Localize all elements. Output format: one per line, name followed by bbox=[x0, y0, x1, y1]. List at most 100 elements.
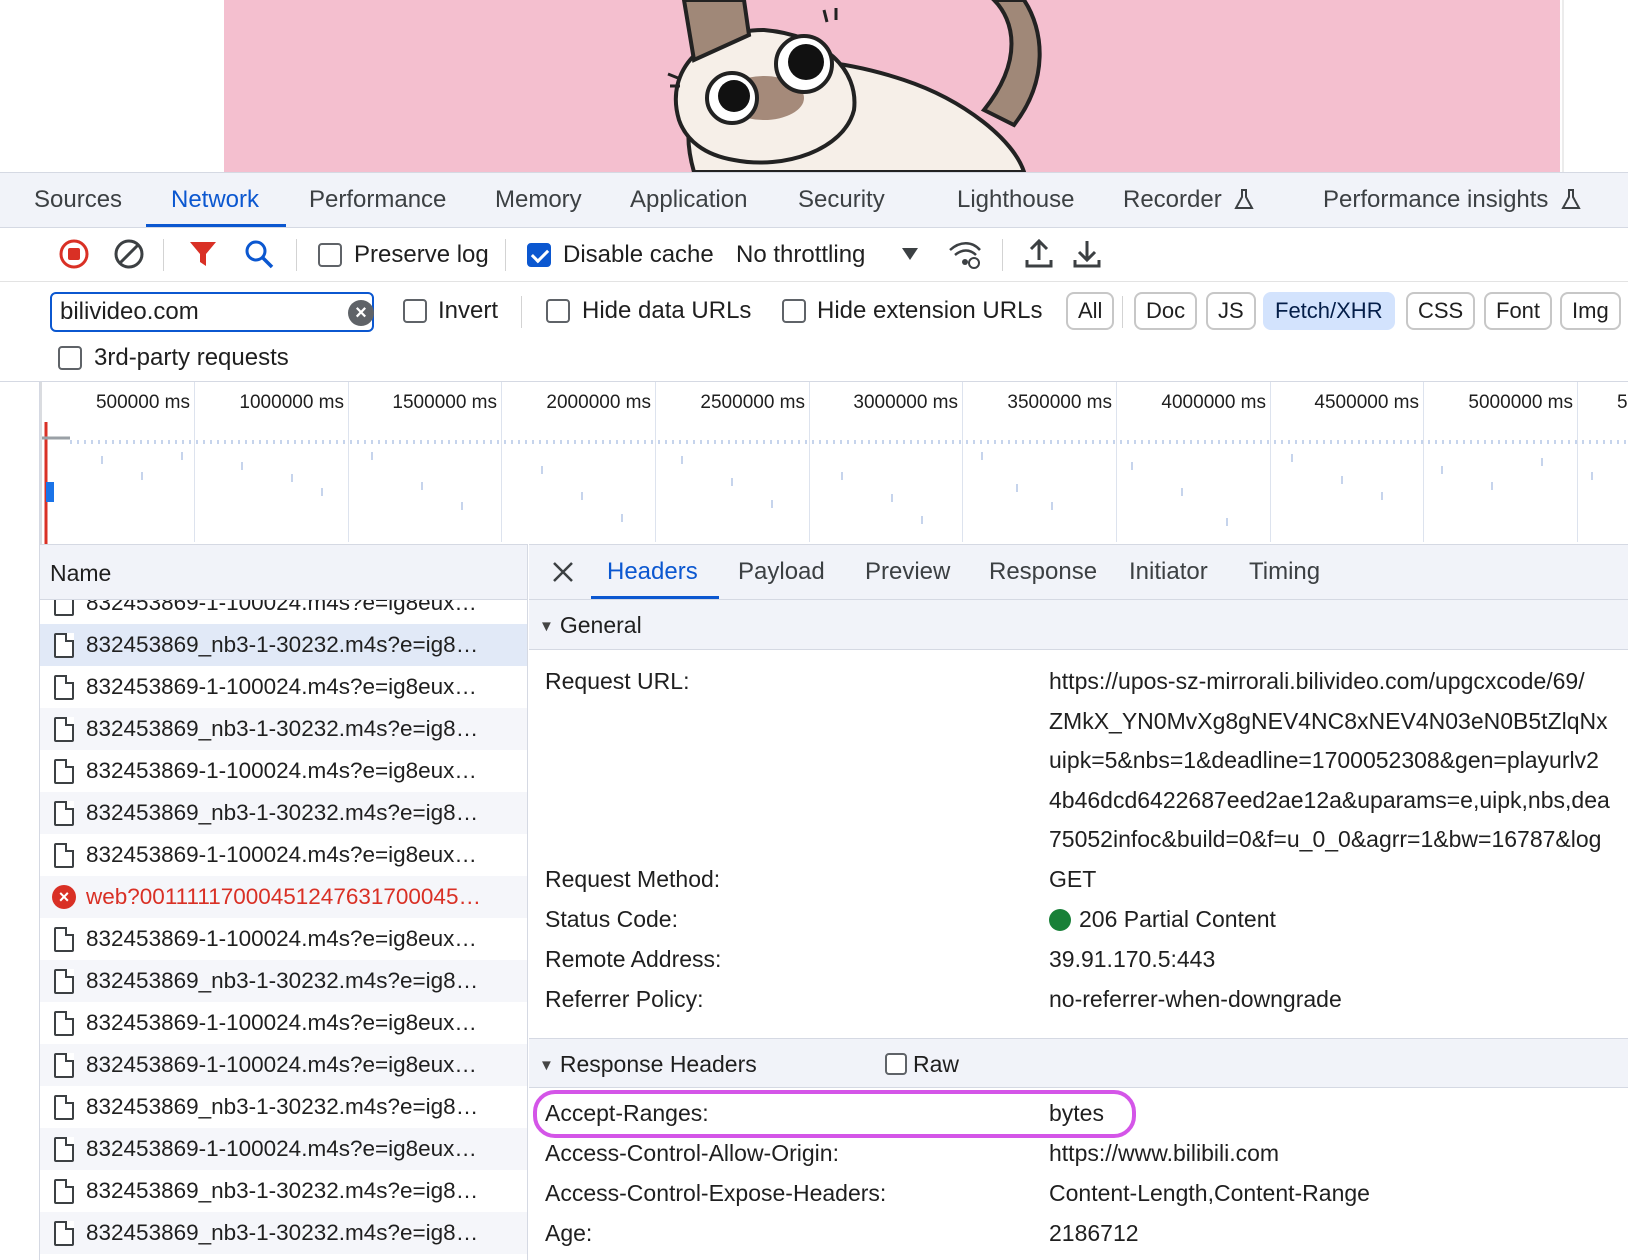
tab-initiator[interactable]: Initiator bbox=[1129, 545, 1208, 599]
stop-recording-icon[interactable] bbox=[58, 238, 90, 270]
request-name: 832453869_nb3-1-30232.m4s?e=ig8… bbox=[86, 1094, 479, 1119]
request-row[interactable]: 832453869-1-100024.m4s?e=ig8eux… bbox=[40, 1128, 527, 1170]
request-method-key: Request Method: bbox=[545, 866, 721, 892]
flask-icon bbox=[1561, 189, 1581, 209]
remote-address-key: Remote Address: bbox=[545, 946, 722, 972]
tab-memory[interactable]: Memory bbox=[495, 173, 582, 227]
filter-type-doc[interactable]: Doc bbox=[1134, 292, 1198, 330]
filter-bar: × Invert Hide data URLs Hide extension U… bbox=[0, 282, 1628, 382]
devtools-panel: Sources Network Performance Memory Appli… bbox=[0, 172, 1628, 1260]
active-tab-indicator bbox=[146, 224, 286, 227]
remote-address-value: 39.91.170.5:443 bbox=[1049, 946, 1216, 972]
request-row[interactable]: 832453869-1-100024.m4s?e=ig8eux… bbox=[40, 1044, 527, 1086]
raw-label: Raw bbox=[913, 1051, 960, 1077]
tab-preview[interactable]: Preview bbox=[865, 545, 950, 599]
request-row[interactable]: 832453869-1-100024.m4s?e=ig8eux… bbox=[40, 1002, 527, 1044]
hide-extension-urls-checkbox[interactable] bbox=[782, 299, 806, 323]
request-name: web?00111117000451247631700045… bbox=[86, 884, 481, 909]
preserve-log-checkbox[interactable] bbox=[318, 243, 342, 267]
third-party-label: 3rd-party requests bbox=[94, 344, 289, 371]
viewport-edge bbox=[1562, 0, 1564, 172]
filter-icon[interactable] bbox=[188, 240, 218, 268]
tab-network[interactable]: Network bbox=[171, 173, 259, 227]
tab-headers[interactable]: Headers bbox=[607, 545, 698, 599]
network-toolbar: Preserve log Disable cache No throttling bbox=[0, 228, 1628, 282]
request-row-selected[interactable]: 832453869_nb3-1-30232.m4s?e=ig8… bbox=[40, 624, 527, 666]
request-name: 832453869-1-100024.m4s?e=ig8eux… bbox=[86, 1010, 477, 1035]
document-icon bbox=[54, 1137, 74, 1162]
document-icon bbox=[54, 1095, 74, 1120]
tab-sources[interactable]: Sources bbox=[34, 173, 122, 227]
toolbar-divider bbox=[505, 239, 506, 271]
tab-response[interactable]: Response bbox=[989, 545, 1097, 599]
request-row[interactable]: 832453869_nb3-1-30232.m4s?e=ig8… bbox=[40, 1086, 527, 1128]
document-icon bbox=[54, 801, 74, 826]
throttling-select[interactable]: No throttling bbox=[736, 228, 918, 282]
tab-lighthouse[interactable]: Lighthouse bbox=[957, 173, 1074, 227]
tab-recorder[interactable]: Recorder bbox=[1123, 173, 1255, 227]
import-har-icon[interactable] bbox=[1024, 238, 1054, 270]
tab-security[interactable]: Security bbox=[798, 173, 885, 227]
hide-extension-urls-label: Hide extension URLs bbox=[817, 297, 1043, 324]
clear-log-icon[interactable] bbox=[113, 238, 145, 270]
disable-cache-checkbox[interactable] bbox=[527, 243, 551, 267]
network-conditions-icon[interactable] bbox=[948, 238, 982, 270]
request-row[interactable]: 832453869_nb3-1-30232.m4s?e=ig8… bbox=[40, 960, 527, 1002]
tab-performance-insights[interactable]: Performance insights bbox=[1323, 173, 1581, 227]
header-key: Age: bbox=[545, 1220, 593, 1246]
request-details: Headers Payload Preview Response Initiat… bbox=[529, 544, 1628, 1260]
request-name: 832453869-1-100024.m4s?e=ig8eux… bbox=[86, 1052, 477, 1077]
triangle-down-icon: ▼ bbox=[539, 618, 554, 635]
request-row[interactable]: 832453869-1-100024.m4s?e=ig8eux… bbox=[40, 666, 527, 708]
tab-performance[interactable]: Performance bbox=[309, 173, 446, 227]
request-row[interactable]: 832453869_nb3-1-30232.m4s?e=ig8… bbox=[40, 1170, 527, 1212]
filter-type-css[interactable]: CSS bbox=[1406, 292, 1476, 330]
filter-type-img[interactable]: Img bbox=[1560, 292, 1621, 330]
disable-cache-label: Disable cache bbox=[563, 241, 714, 268]
filter-type-js[interactable]: JS bbox=[1206, 292, 1256, 330]
response-headers-section-header[interactable]: ▼ Response Headers Raw bbox=[529, 1038, 1628, 1088]
document-icon bbox=[54, 1221, 74, 1246]
request-row[interactable]: 832453869-1-100024.m4s?e=ig8eux… bbox=[40, 834, 527, 876]
hide-data-urls-checkbox[interactable] bbox=[546, 299, 570, 323]
search-icon[interactable] bbox=[243, 238, 275, 270]
request-row-failed[interactable]: × web?00111117000451247631700045… bbox=[40, 876, 527, 918]
raw-checkbox[interactable] bbox=[885, 1053, 907, 1075]
general-section-header[interactable]: ▼ General bbox=[529, 600, 1628, 650]
triangle-down-icon: ▼ bbox=[539, 1057, 554, 1074]
filter-input[interactable] bbox=[50, 292, 374, 332]
request-url-line: https://upos-sz-mirrorali.bilivideo.com/… bbox=[1049, 668, 1585, 694]
document-icon bbox=[54, 927, 74, 952]
request-url-key: Request URL: bbox=[545, 668, 690, 694]
export-har-icon[interactable] bbox=[1072, 238, 1102, 270]
close-details-icon[interactable] bbox=[551, 560, 575, 584]
filter-type-fetch-xhr[interactable]: Fetch/XHR bbox=[1263, 292, 1395, 330]
request-name: 832453869-1-100024.m4s?e=ig8eux… bbox=[86, 842, 477, 867]
tick-label: 1000000 ms bbox=[239, 392, 344, 413]
left-gutter bbox=[0, 228, 40, 1260]
name-column-header-overlay[interactable]: Name bbox=[40, 544, 527, 600]
tab-payload[interactable]: Payload bbox=[738, 545, 825, 599]
tab-performance-insights-label: Performance insights bbox=[1323, 186, 1549, 213]
clear-filter-icon[interactable]: × bbox=[348, 300, 374, 326]
invert-checkbox[interactable] bbox=[403, 299, 427, 323]
filter-divider bbox=[521, 296, 522, 328]
detail-tab-bar: Headers Payload Preview Response Initiat… bbox=[529, 544, 1628, 600]
request-row[interactable]: 832453869-1-100024.m4s?e=ig8eux… bbox=[40, 918, 527, 960]
request-row[interactable]: 832453869_nb3-1-30232.m4s?e=ig8… bbox=[40, 708, 527, 750]
document-icon bbox=[54, 1179, 74, 1204]
request-row[interactable]: 832453869_nb3-1-30232.m4s?e=ig8… bbox=[40, 1212, 527, 1254]
request-row[interactable]: 832453869_nb3-1-30232.m4s?e=ig8… bbox=[40, 792, 527, 834]
tick-label: 500000 ms bbox=[95, 392, 190, 413]
tab-timing[interactable]: Timing bbox=[1249, 545, 1320, 599]
response-headers-title: Response Headers bbox=[559, 1051, 757, 1077]
tick-label: 2500000 ms bbox=[700, 392, 805, 413]
request-row[interactable]: 832453869-1-100024.m4s?e=ig8eux… bbox=[40, 750, 527, 792]
request-url-line: uipk=5&nbs=1&deadline=1700052308&gen=pla… bbox=[1049, 747, 1599, 773]
network-overview[interactable]: 500000 ms 1000000 ms 1500000 ms 2000000 … bbox=[40, 382, 1628, 544]
request-list: Name 832453869-1-100024.m4s?e=ig8eux… 83… bbox=[40, 544, 528, 1260]
filter-type-all[interactable]: All bbox=[1066, 292, 1115, 330]
filter-type-font[interactable]: Font bbox=[1484, 292, 1553, 330]
tab-application[interactable]: Application bbox=[630, 173, 747, 227]
third-party-checkbox[interactable] bbox=[58, 346, 82, 370]
